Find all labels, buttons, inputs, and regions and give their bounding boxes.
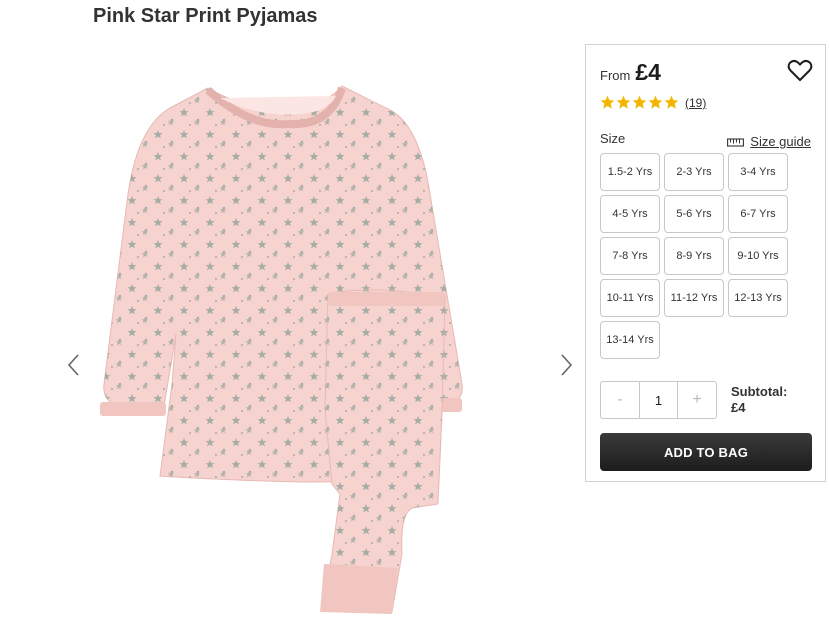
size-option[interactable]: 10-11 Yrs <box>600 279 660 317</box>
product-image <box>100 85 463 614</box>
quantity-decrease-button[interactable]: - <box>601 382 639 418</box>
size-option[interactable]: 7-8 Yrs <box>600 237 660 275</box>
size-option[interactable]: 11-12 Yrs <box>664 279 724 317</box>
subtotal-value: £4 <box>731 400 746 415</box>
size-option[interactable]: 4-5 Yrs <box>600 195 660 233</box>
price-row: From £4 <box>600 59 661 86</box>
star-icon <box>664 95 679 109</box>
size-option[interactable]: 1.5-2 Yrs <box>600 153 660 191</box>
quantity-stepper: - 1 + <box>600 381 717 419</box>
size-option[interactable]: 9-10 Yrs <box>728 237 788 275</box>
size-option[interactable]: 13-14 Yrs <box>600 321 660 359</box>
size-option[interactable]: 3-4 Yrs <box>728 153 788 191</box>
quantity-increase-button[interactable]: + <box>678 382 716 418</box>
size-guide-link[interactable]: Size guide <box>727 134 811 149</box>
heart-outline-icon[interactable] <box>787 59 813 83</box>
chevron-right-icon[interactable] <box>556 352 576 378</box>
product-page: Pink Star Print Pyjamas From £4 (19) Siz… <box>0 0 829 627</box>
star-icon <box>600 95 615 109</box>
star-rating <box>600 95 679 110</box>
size-option[interactable]: 8-9 Yrs <box>664 237 724 275</box>
review-count-link[interactable]: (19) <box>685 96 706 110</box>
size-option[interactable]: 6-7 Yrs <box>728 195 788 233</box>
size-label: Size <box>600 131 626 146</box>
product-gallery <box>60 60 582 627</box>
buy-panel: From £4 (19) Size Size guide 1.5-2 Yrs 2… <box>585 44 826 482</box>
ruler-icon <box>727 137 745 147</box>
star-icon <box>648 95 663 109</box>
rating-row: (19) <box>600 95 706 110</box>
size-option[interactable]: 12-13 Yrs <box>728 279 788 317</box>
size-option[interactable]: 5-6 Yrs <box>664 195 724 233</box>
add-to-bag-button[interactable]: ADD TO BAG <box>600 433 812 471</box>
quantity-input[interactable]: 1 <box>639 382 678 418</box>
subtotal-label: Subtotal: <box>731 384 788 399</box>
product-title: Pink Star Print Pyjamas <box>93 5 318 27</box>
size-option[interactable]: 2-3 Yrs <box>664 153 724 191</box>
subtotal: Subtotal: £4 <box>731 384 787 416</box>
star-icon <box>632 95 647 109</box>
star-icon <box>616 95 631 109</box>
size-options: 1.5-2 Yrs 2-3 Yrs 3-4 Yrs 4-5 Yrs 5-6 Yr… <box>600 153 788 359</box>
price-value: £4 <box>635 59 661 85</box>
chevron-left-icon[interactable] <box>64 352 84 378</box>
price-from-label: From <box>600 68 631 83</box>
size-guide-label: Size guide <box>750 134 811 149</box>
